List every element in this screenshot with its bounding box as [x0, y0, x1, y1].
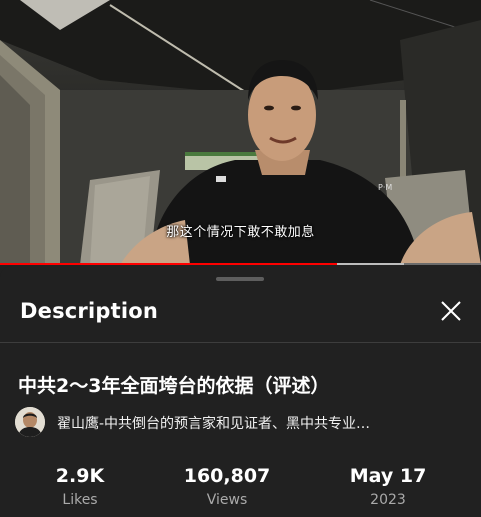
close-button[interactable] [436, 296, 466, 326]
views-label: Views [206, 492, 248, 508]
description-sheet: Description 中共2～3年全面垮台的依据（评述） 翟山鹰-中共倒台的预… [0, 266, 481, 517]
header-divider [0, 342, 481, 343]
close-icon [441, 301, 461, 321]
stat-date: May 17 2023 [318, 464, 458, 508]
progress-played [0, 263, 337, 265]
channel-row[interactable]: 翟山鹰-中共倒台的预言家和见证者、黑中共专业… [15, 407, 475, 437]
video-player[interactable]: P·M 那这个情况下敢不敢加息 [0, 0, 481, 265]
channel-name[interactable]: 翟山鹰-中共倒台的预言家和见证者、黑中共专业… [57, 413, 447, 433]
views-count: 160,807 [183, 465, 271, 487]
stats-row: 2.9K Likes 160,807 Views May 17 2023 [0, 464, 481, 514]
stat-likes: 2.9K Likes [10, 464, 150, 508]
channel-avatar[interactable] [15, 407, 45, 437]
upload-date: May 17 [349, 465, 427, 487]
stat-views: 160,807 Views [157, 464, 297, 508]
sheet-title: Description [20, 299, 159, 323]
progress-bar[interactable] [0, 263, 481, 265]
drag-handle[interactable] [216, 277, 264, 281]
upload-year: 2023 [370, 492, 406, 508]
likes-label: Likes [62, 492, 98, 508]
video-title: 中共2～3年全面垮台的依据（评述） [18, 375, 330, 397]
svg-text:P·M: P·M [378, 183, 392, 192]
likes-count: 2.9K [55, 465, 105, 487]
video-subtitle: 那这个情况下敢不敢加息 [166, 225, 315, 240]
sheet-header: Description [0, 294, 481, 342]
